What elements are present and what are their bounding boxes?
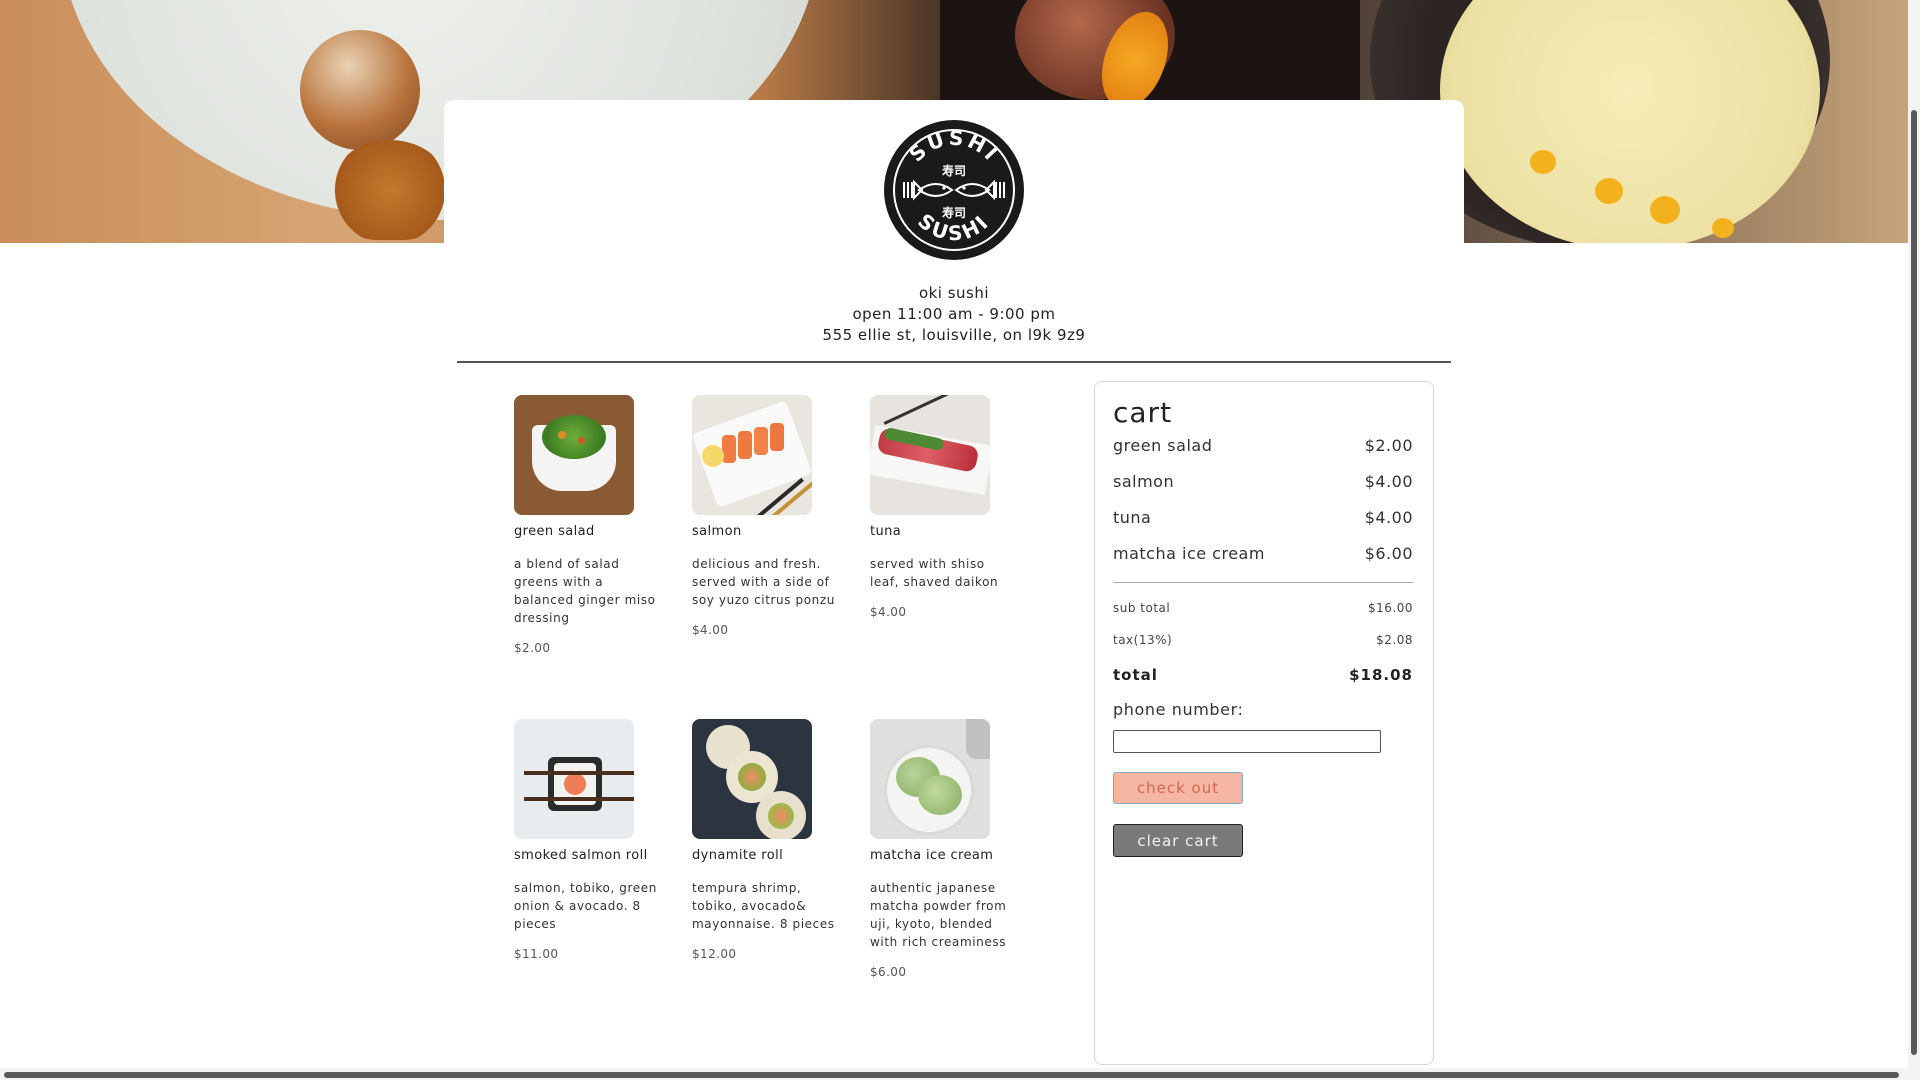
hero-oil-drop: [1650, 196, 1680, 224]
cart-item-name: Salmon: [1113, 472, 1175, 491]
menu-item-description: Tempura shrimp, tobiko, avocado& mayonna…: [692, 881, 835, 931]
hero-oil-drop: [1530, 150, 1556, 174]
vertical-scrollbar-thumb[interactable]: [1911, 110, 1917, 1055]
menu-item-tuna[interactable]: Tuna Served with shiso leaf, shaved daik…: [870, 395, 1015, 619]
menu-item-price: $4.00: [870, 605, 907, 619]
sushi-logo[interactable]: SUSHI SUSHI 寿司 寿司: [884, 120, 1024, 260]
restaurant-name: OKI SUSHI: [918, 284, 990, 302]
menu-item-name: Dynamite Roll: [692, 848, 784, 863]
horizontal-scrollbar-thumb[interactable]: [4, 1072, 1899, 1078]
hero-oil-drop: [1712, 218, 1734, 238]
cart-item-price: $6.00: [1364, 544, 1413, 563]
menu-item-smoked-salmon-roll[interactable]: Smoked Salmon Roll Salmon, tobiko, green…: [514, 719, 659, 961]
menu-item-green-salad[interactable]: Green Salad A blend of salad greens with…: [514, 395, 659, 655]
dynamite-roll-image[interactable]: [692, 719, 812, 839]
menu-item-price: $6.00: [870, 965, 907, 979]
menu-item-price: $11.00: [514, 947, 559, 961]
menu-item-price: $4.00: [692, 623, 729, 637]
cart-item[interactable]: Salmon $4.00: [1113, 472, 1413, 491]
logo-kanji-top: 寿司: [942, 163, 966, 178]
cart-item-price: $4.00: [1364, 508, 1413, 527]
total-value: $18.08: [1349, 666, 1413, 684]
cart-item-price: $4.00: [1364, 472, 1413, 491]
green-salad-image[interactable]: [514, 395, 634, 515]
total-label: TOTAL: [1113, 666, 1158, 684]
restaurant-address: 555 ELLIE ST, LOUISVILLE, ON L9K 9Z9: [822, 326, 1086, 344]
cart-item-price: $2.00: [1364, 436, 1413, 455]
menu-item-name: Green Salad: [514, 524, 595, 539]
hero-oil-drop: [1595, 178, 1623, 204]
menu-item-description: Salmon, tobiko, green onion & avocado. 8…: [514, 881, 657, 931]
menu-item-price: $12.00: [692, 947, 737, 961]
hero-mushroom: [300, 30, 420, 150]
tax-row: Tax(13%) $2.08: [1113, 633, 1413, 647]
cart-item-name: Tuna: [1113, 508, 1152, 527]
header-divider: [457, 361, 1451, 363]
restaurant-info: OKI SUSHI Open 11:00 AM - 9:00 PM 555 EL…: [444, 283, 1464, 346]
cart-item-name: Matcha Ice Cream: [1113, 544, 1265, 563]
menu-item-description: Authentic Japanese matcha powder from Uj…: [870, 881, 1007, 949]
menu-item-matcha-ice-cream[interactable]: Matcha Ice Cream Authentic Japanese matc…: [870, 719, 1015, 979]
phone-input[interactable]: [1113, 730, 1381, 753]
smoked-salmon-roll-image[interactable]: [514, 719, 634, 839]
subtotal-label: SUB TOTAL: [1113, 601, 1171, 615]
menu-item-description: Delicious and fresh. Served with a side …: [692, 557, 835, 607]
logo-kanji-bottom: 寿司: [942, 205, 966, 220]
cart-item[interactable]: Matcha Ice Cream $6.00: [1113, 544, 1413, 563]
total-row: TOTAL $18.08: [1113, 666, 1413, 684]
menu-item-price: $2.00: [514, 641, 551, 655]
menu-item-description: Served with shiso leaf, shaved daikon: [870, 557, 999, 589]
clear-cart-button[interactable]: Clear cart: [1113, 824, 1243, 857]
cart-panel: Cart Green Salad $2.00 Salmon $4.00 Tuna…: [1094, 381, 1434, 1065]
menu-item-name: Salmon: [692, 524, 742, 539]
salmon-image[interactable]: [692, 395, 812, 515]
checkout-button[interactable]: Check out: [1113, 772, 1243, 804]
menu-item-name: Tuna: [870, 524, 902, 539]
subtotal-row: SUB TOTAL $16.00: [1113, 601, 1413, 615]
menu-item-name: Matcha Ice Cream: [870, 848, 994, 863]
tuna-image[interactable]: [870, 395, 990, 515]
restaurant-hours: Open 11:00 AM - 9:00 PM: [852, 305, 1056, 323]
tax-value: $2.08: [1376, 633, 1413, 647]
tax-label: Tax(13%): [1113, 633, 1173, 647]
subtotal-value: $16.00: [1368, 601, 1413, 615]
cart-divider: [1113, 582, 1413, 583]
menu-item-name: Smoked Salmon Roll: [514, 848, 648, 863]
cart-item[interactable]: Green Salad $2.00: [1113, 436, 1413, 455]
menu-item-description: A blend of salad greens with a balanced …: [514, 557, 656, 625]
cart-item[interactable]: Tuna $4.00: [1113, 508, 1413, 527]
cart-title: Cart: [1113, 396, 1173, 429]
cart-item-name: Green Salad: [1113, 436, 1213, 455]
menu-item-salmon[interactable]: Salmon Delicious and fresh. Served with …: [692, 395, 837, 637]
phone-label: Phone number:: [1113, 700, 1244, 719]
menu-item-dynamite-roll[interactable]: Dynamite Roll Tempura shrimp, tobiko, av…: [692, 719, 837, 961]
hero-sauce: [330, 140, 450, 240]
matcha-ice-cream-image[interactable]: [870, 719, 990, 839]
